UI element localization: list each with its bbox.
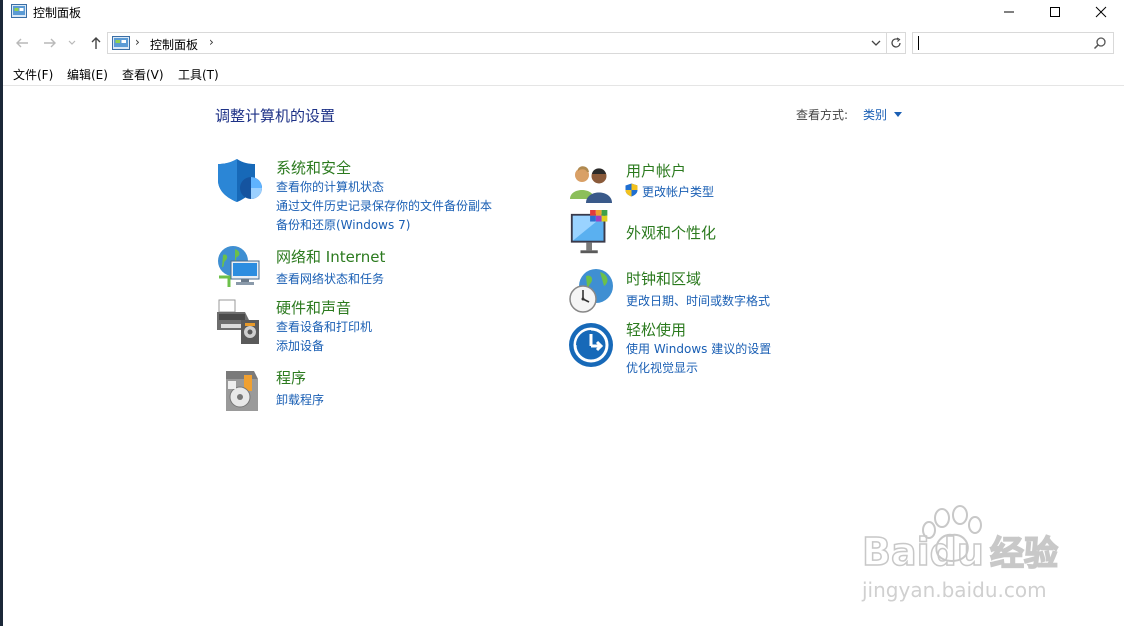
navigation-bar: › 控制面板 › bbox=[3, 30, 1124, 56]
category-ease-of-access[interactable]: 轻松使用 bbox=[626, 319, 686, 340]
search-box[interactable] bbox=[912, 32, 1114, 54]
category-user-accounts[interactable]: 用户帐户 bbox=[626, 160, 686, 181]
menu-tools[interactable]: 工具(T) bbox=[178, 66, 219, 83]
baidu-paw-logo: Baidu 经验 jingyan.baidu.com bbox=[861, 505, 1059, 602]
refresh-icon bbox=[891, 37, 901, 48]
breadcrumb-control-panel[interactable]: 控制面板 bbox=[150, 36, 198, 53]
link-windows-recommended-settings[interactable]: 使用 Windows 建议的设置 bbox=[626, 340, 771, 357]
caret-down-icon[interactable] bbox=[894, 112, 902, 117]
breadcrumb-separator[interactable]: › bbox=[135, 35, 140, 49]
breadcrumb-separator[interactable]: › bbox=[209, 35, 214, 49]
link-devices-printers[interactable]: 查看设备和打印机 bbox=[276, 318, 372, 335]
watermark-cn: 经验 bbox=[990, 534, 1058, 574]
page-title: 调整计算机的设置 bbox=[215, 107, 336, 125]
uac-shield-icon bbox=[625, 183, 638, 197]
network-globe-icon[interactable] bbox=[215, 243, 263, 291]
maximize-icon bbox=[1050, 7, 1060, 17]
link-file-history-backup[interactable]: 通过文件历史记录保存你的文件备份副本 bbox=[276, 197, 492, 214]
category-programs[interactable]: 程序 bbox=[276, 367, 306, 388]
watermark-brand: Baidu bbox=[862, 530, 984, 574]
up-button[interactable] bbox=[85, 30, 107, 56]
maximize-button[interactable] bbox=[1032, 0, 1078, 24]
link-network-status[interactable]: 查看网络状态和任务 bbox=[276, 270, 384, 287]
link-uninstall-program[interactable]: 卸载程序 bbox=[276, 391, 324, 408]
minimize-icon bbox=[1004, 11, 1014, 13]
title-bar: 控制面板 bbox=[3, 0, 1124, 24]
arrow-left-icon bbox=[16, 38, 28, 48]
user-accounts-icon[interactable] bbox=[568, 160, 616, 208]
menu-bar: 文件(F) 编辑(E) 查看(V) 工具(T) bbox=[3, 63, 1124, 86]
category-network-internet[interactable]: 网络和 Internet bbox=[276, 246, 385, 267]
refresh-button[interactable] bbox=[886, 32, 906, 54]
category-system-security[interactable]: 系统和安全 bbox=[276, 157, 351, 178]
window-left-edge bbox=[0, 0, 3, 626]
link-optimize-visual-display[interactable]: 优化视觉显示 bbox=[626, 359, 698, 376]
chevron-down-icon bbox=[68, 40, 76, 45]
link-change-account-type[interactable]: 更改帐户类型 bbox=[642, 183, 714, 200]
link-change-date-time-format[interactable]: 更改日期、时间或数字格式 bbox=[626, 292, 770, 309]
menu-file[interactable]: 文件(F) bbox=[13, 66, 53, 83]
watermark-url: jingyan.baidu.com bbox=[861, 578, 1047, 602]
programs-box-disc-icon[interactable] bbox=[218, 367, 266, 415]
search-input[interactable] bbox=[921, 34, 1081, 52]
appearance-monitor-icon[interactable] bbox=[568, 210, 616, 258]
view-by-dropdown[interactable]: 类别 bbox=[863, 106, 887, 123]
forward-button[interactable] bbox=[39, 30, 61, 56]
link-backup-restore[interactable]: 备份和还原(Windows 7) bbox=[276, 216, 410, 233]
view-by-label: 查看方式: bbox=[796, 108, 849, 122]
category-hardware-sound[interactable]: 硬件和声音 bbox=[276, 297, 351, 318]
arrow-up-icon bbox=[91, 37, 101, 49]
menu-view[interactable]: 查看(V) bbox=[122, 66, 164, 83]
text-caret bbox=[918, 36, 919, 50]
printer-speaker-icon[interactable] bbox=[215, 298, 263, 346]
close-icon bbox=[1095, 6, 1107, 18]
minimize-button[interactable] bbox=[986, 0, 1032, 24]
close-button[interactable] bbox=[1078, 0, 1124, 24]
control-panel-icon bbox=[11, 4, 27, 18]
back-button[interactable] bbox=[11, 30, 33, 56]
search-icon[interactable] bbox=[1093, 36, 1107, 50]
security-shield-icon[interactable] bbox=[215, 156, 263, 204]
category-appearance[interactable]: 外观和个性化 bbox=[626, 222, 716, 243]
category-clock-region[interactable]: 时钟和区域 bbox=[626, 268, 701, 289]
arrow-right-icon bbox=[44, 38, 56, 48]
address-bar[interactable]: › 控制面板 › bbox=[107, 32, 887, 54]
recent-locations-button[interactable] bbox=[65, 30, 79, 56]
menu-edit[interactable]: 编辑(E) bbox=[67, 66, 108, 83]
chevron-down-icon[interactable] bbox=[869, 36, 883, 50]
control-panel-icon bbox=[112, 36, 130, 50]
link-view-computer-status[interactable]: 查看你的计算机状态 bbox=[276, 178, 384, 195]
link-add-device[interactable]: 添加设备 bbox=[276, 337, 324, 354]
clock-globe-icon[interactable] bbox=[568, 266, 616, 314]
window-title: 控制面板 bbox=[33, 6, 82, 20]
ease-of-access-icon[interactable] bbox=[568, 321, 616, 369]
baidu-jingyan-watermark: Baidu 经验 jingyan.baidu.com bbox=[860, 505, 1070, 605]
